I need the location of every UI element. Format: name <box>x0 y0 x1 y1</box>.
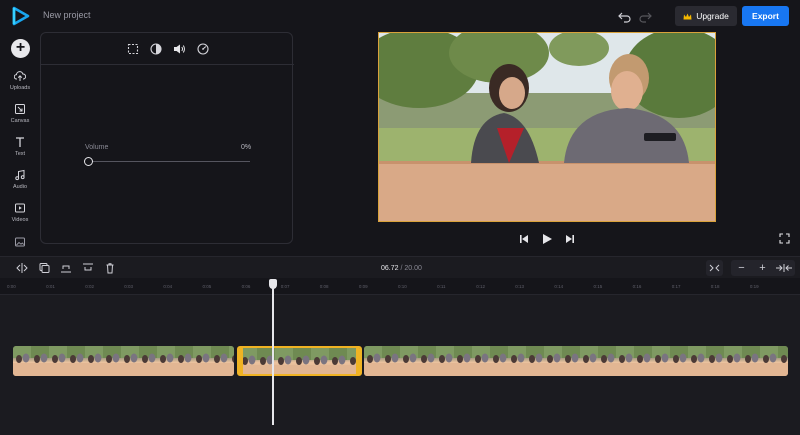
clip-settings-panel: Volume 0% <box>40 32 294 244</box>
ruler-tick-label: 0:11 <box>437 284 446 289</box>
trim-bottom-icon[interactable] <box>59 262 73 274</box>
ruler-tick-label: 0:17 <box>671 284 681 289</box>
upload-icon <box>14 71 26 81</box>
video-preview[interactable] <box>378 32 716 222</box>
add-media-button[interactable]: + <box>11 39 30 58</box>
volume-value: 0% <box>241 144 252 151</box>
sidebar-item-images[interactable] <box>0 236 40 248</box>
skip-forward-icon[interactable] <box>563 232 577 246</box>
text-icon <box>16 137 24 147</box>
clip-thumbnails <box>13 346 234 376</box>
sidebar-item-videos[interactable]: Videos <box>0 202 40 223</box>
ruler-tick-label: 0:12 <box>476 284 485 289</box>
sidebar-item-canvas[interactable]: Canvas <box>0 103 40 124</box>
split-icon[interactable] <box>15 262 29 274</box>
sidebar-item-label: Uploads <box>9 85 31 91</box>
adjust-icon[interactable] <box>149 42 163 56</box>
timeline-toolbar: 06.72 / 20.00 − + <box>0 256 800 278</box>
ruler-tick-label: 0:10 <box>398 284 407 289</box>
video-clip-2-selected[interactable] <box>237 346 362 376</box>
delete-icon[interactable] <box>103 262 117 274</box>
video-clip-1[interactable] <box>13 346 234 376</box>
expand-timeline-icon[interactable] <box>775 262 793 274</box>
sidebar-item-uploads[interactable]: Uploads <box>0 70 40 91</box>
sidebar-item-label: Canvas <box>10 118 30 124</box>
clip-thumbnails <box>364 346 788 376</box>
current-time: 06.72 <box>381 265 399 272</box>
ruler-tick-label: 0:07 <box>280 284 290 289</box>
export-button[interactable]: Export <box>742 6 789 26</box>
preview-frame <box>379 33 715 221</box>
ruler-tick-label: 0:02 <box>85 284 94 289</box>
redo-icon[interactable] <box>638 9 652 23</box>
zoom-controls: − + <box>731 260 795 276</box>
ruler-tick-label: 0:00 <box>7 284 16 289</box>
playhead-handle[interactable] <box>269 279 277 289</box>
volume-label: Volume <box>85 144 109 151</box>
ruler-tick-label: 0:06 <box>241 284 251 289</box>
ruler-tick-label: 0:01 <box>46 284 55 289</box>
ruler-tick-label: 0:19 <box>749 284 759 289</box>
trim-top-icon[interactable] <box>81 262 95 274</box>
sidebar-item-text[interactable]: Text <box>0 136 40 157</box>
panel-tabs <box>41 33 294 65</box>
fullscreen-icon[interactable] <box>779 233 790 244</box>
volume-slider-knob[interactable] <box>84 157 93 166</box>
upgrade-label: Upgrade <box>696 11 729 21</box>
ruler-tick-label: 0:14 <box>554 284 564 289</box>
sidebar-item-audio[interactable]: Audio <box>0 169 40 190</box>
timeline-ruler[interactable]: 0:00 0:01 0:02 0:03 0:04 0:05 0:06 0:07 0:08 0:09… <box>0 279 800 295</box>
sidebar-item-label: Audio <box>12 184 28 190</box>
volume-icon[interactable] <box>172 42 186 56</box>
clip-trim-handle-left[interactable] <box>239 348 243 374</box>
fit-icon <box>709 264 720 272</box>
volume-slider-track[interactable] <box>89 161 250 162</box>
ruler-tick-label: 0:03 <box>124 284 134 289</box>
time-separator: / <box>400 265 403 272</box>
clip-thumbnails <box>239 348 360 374</box>
image-icon <box>15 237 25 247</box>
clip-trim-handle-right[interactable] <box>356 348 360 374</box>
ruler-tick-label: 0:18 <box>710 284 720 289</box>
playback-time: 06.72 / 20.00 <box>381 265 422 272</box>
project-name[interactable]: New project <box>43 10 91 20</box>
sidebar-item-label: Videos <box>11 217 29 223</box>
playhead-line[interactable] <box>272 283 274 425</box>
ruler-tick-label: 0:08 <box>319 284 329 289</box>
ruler-tick-label: 0:09 <box>358 284 368 289</box>
fit-timeline-button[interactable] <box>706 260 723 276</box>
timeline-track-area[interactable] <box>0 295 800 435</box>
ruler-tick-label: 0:04 <box>163 284 173 289</box>
speed-icon[interactable] <box>196 42 210 56</box>
zoom-in-button[interactable]: + <box>752 260 773 276</box>
undo-icon[interactable] <box>618 9 632 23</box>
ruler-tick-label: 0:05 <box>202 284 212 289</box>
video-icon <box>15 203 25 213</box>
zoom-out-button[interactable]: − <box>731 260 752 276</box>
music-icon <box>15 169 25 181</box>
duplicate-icon[interactable] <box>37 262 51 274</box>
skip-back-icon[interactable] <box>517 232 531 246</box>
video-clip-3[interactable] <box>364 346 788 376</box>
sidebar-item-label: Text <box>14 151 26 157</box>
total-duration: 20.00 <box>404 265 422 272</box>
ruler-tick-label: 0:13 <box>515 284 525 289</box>
ruler-tick-label: 0:15 <box>593 284 603 289</box>
upgrade-button[interactable]: Upgrade <box>675 6 737 26</box>
app-logo-icon[interactable] <box>12 6 30 26</box>
play-icon[interactable] <box>540 232 554 246</box>
crop-icon[interactable] <box>126 42 140 56</box>
left-sidebar: + Uploads Canvas Text Audio Videos <box>0 32 40 256</box>
top-bar: New project Upgrade Export <box>0 0 800 32</box>
crown-icon <box>683 13 692 19</box>
ruler-tick-label: 0:16 <box>632 284 642 289</box>
canvas-icon <box>15 104 25 114</box>
